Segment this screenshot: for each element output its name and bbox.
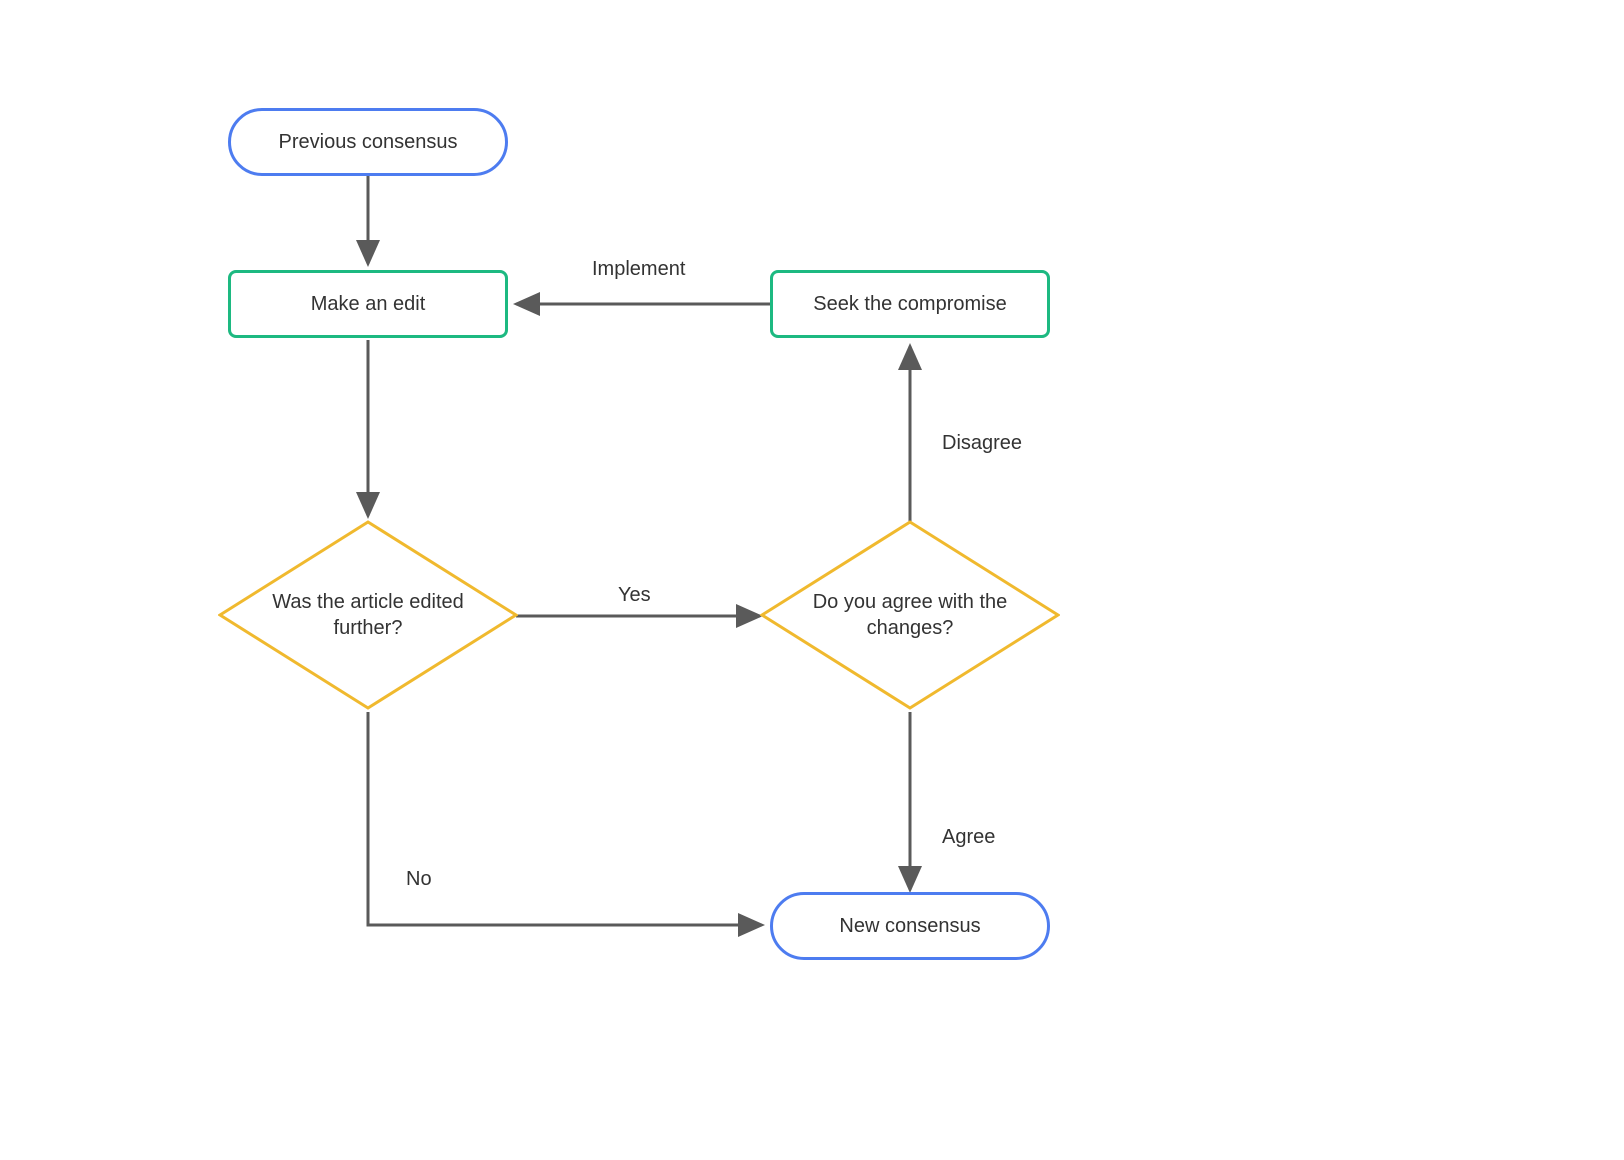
node-label: Was the article edited further? [268,589,468,641]
edge-label-no: No [406,868,432,891]
node-edited-further: Was the article edited further? [218,520,518,710]
node-label: Make an edit [311,293,426,316]
edge-label-disagree: Disagree [942,432,1022,455]
node-new-consensus: New consensus [770,892,1050,960]
node-label: Do you agree with the changes? [810,589,1010,641]
edge-label-implement: Implement [592,258,685,281]
node-previous-consensus: Previous consensus [228,108,508,176]
edge-label-yes: Yes [618,584,651,607]
node-make-edit: Make an edit [228,270,508,338]
node-label: Previous consensus [279,131,458,154]
edge-label-agree: Agree [942,826,995,849]
node-label: Seek the compromise [813,293,1006,316]
node-label: New consensus [839,915,980,938]
node-seek-compromise: Seek the compromise [770,270,1050,338]
node-agree-changes: Do you agree with the changes? [760,520,1060,710]
